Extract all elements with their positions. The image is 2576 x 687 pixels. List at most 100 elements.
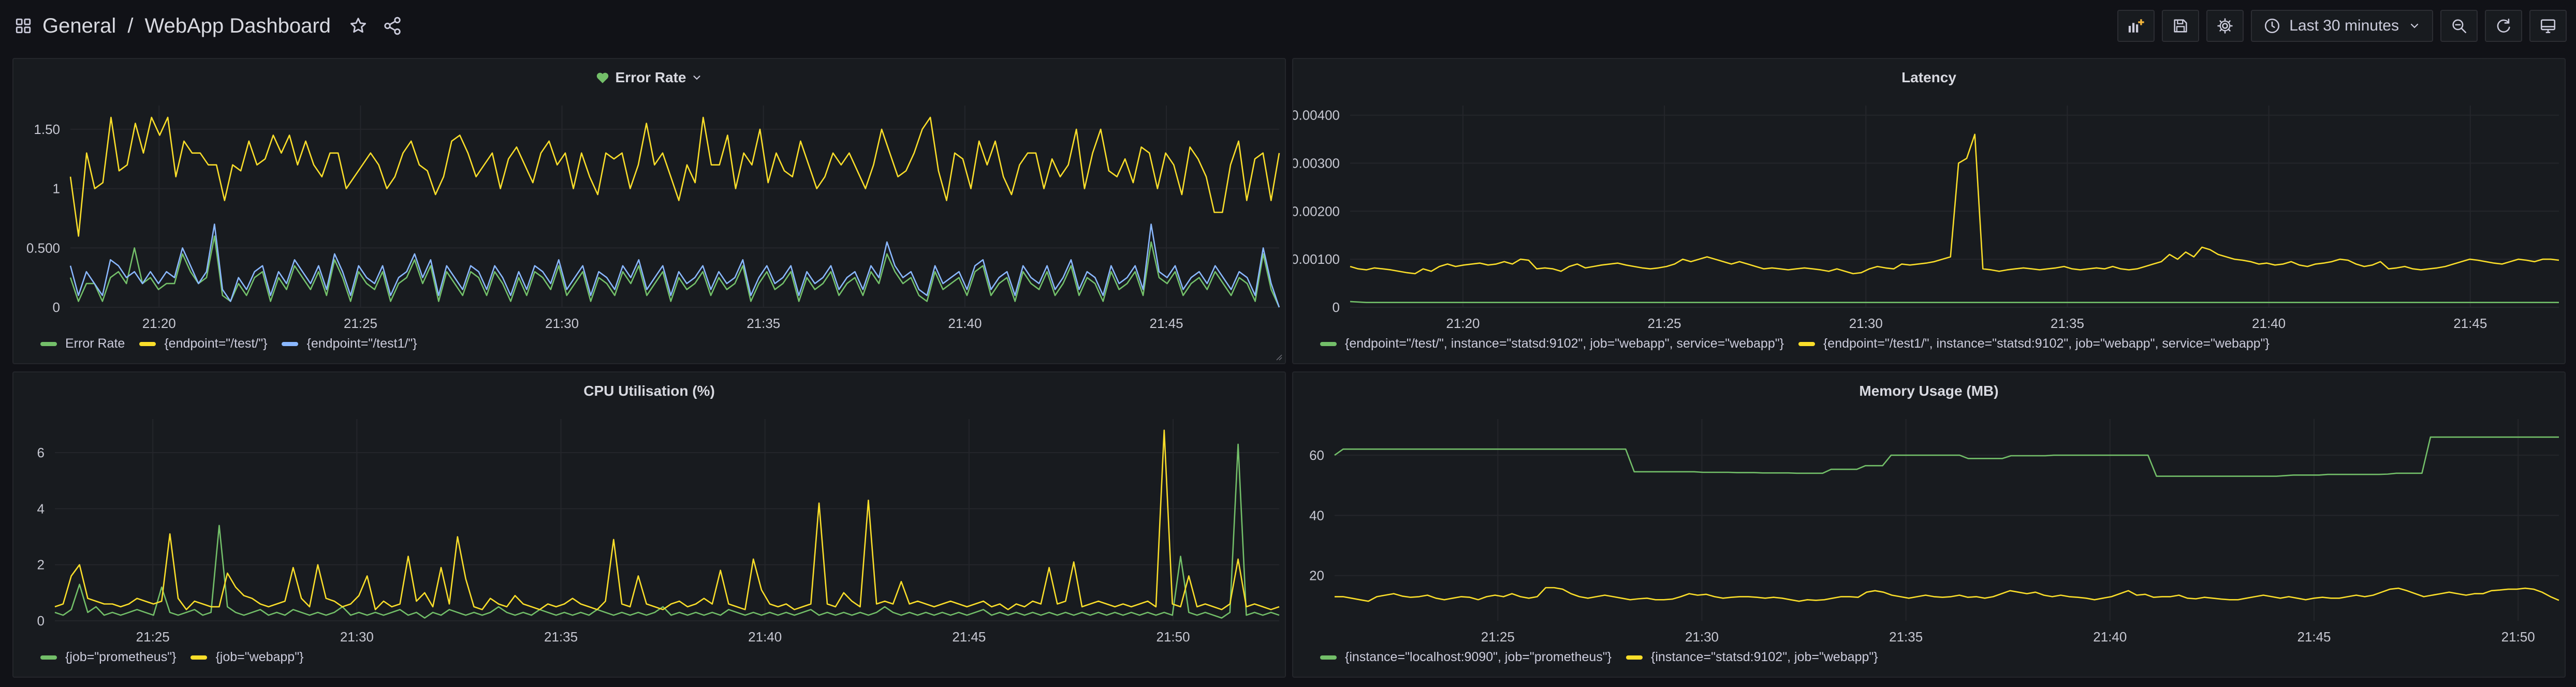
legend-label: {endpoint="/test/"} [164, 336, 268, 351]
series-line[interactable] [1350, 301, 2559, 304]
series-line[interactable] [54, 429, 1280, 610]
breadcrumb-folder[interactable]: General [42, 14, 116, 38]
x-tick-label: 21:35 [1889, 629, 1923, 645]
y-tick-label: 0 [53, 300, 60, 315]
dashboard-settings-button[interactable] [2206, 10, 2244, 42]
latency-chart[interactable]: 21:20 21:25 21:30 21:35 21:40 21:45 0 0.00100 0.… [1293, 59, 2567, 365]
x-tick-label: 21:35 [2051, 316, 2084, 331]
dashboards-grid-icon[interactable] [14, 17, 32, 35]
legend-swatch [139, 341, 156, 346]
x-tick-label: 21:50 [2501, 629, 2535, 645]
legend-item[interactable]: {job="webapp"} [191, 650, 303, 665]
share-icon[interactable] [383, 16, 402, 36]
y-tick-label: 20 [1309, 568, 1324, 584]
x-tick-label: 21:30 [1849, 316, 1883, 331]
legend-item[interactable]: {instance="statsd:9102", job="webapp"} [1626, 650, 1878, 665]
x-tick-label: 21:40 [748, 629, 782, 645]
x-tick-label: 21:25 [1481, 629, 1515, 645]
legend-label: {endpoint="/test1/", instance="statsd:91… [1823, 336, 2270, 351]
legend-label: {job="prometheus"} [65, 650, 177, 664]
legend-swatch [282, 341, 299, 346]
y-tick-label: 4 [37, 501, 45, 516]
error-rate-chart[interactable]: 21:20 21:25 21:30 21:35 21:40 21:45 0 0.500 1 1.5… [13, 59, 1287, 365]
breadcrumb: General / WebApp Dashboard [14, 11, 402, 40]
x-tick-label: 21:20 [142, 316, 176, 331]
cpu-utilisation-chart[interactable]: 21:25 21:30 21:35 21:40 21:45 21:50 0 2 4 6 [13, 372, 1287, 679]
legend-label: {instance="localhost:9090", job="prometh… [1345, 650, 1612, 664]
series-line[interactable] [1334, 436, 2559, 477]
legend: {instance="localhost:9090", job="prometh… [1320, 650, 1893, 665]
legend-swatch [1320, 341, 1337, 346]
legend-item[interactable]: {endpoint="/test1/", instance="statsd:91… [1798, 336, 2270, 351]
memory-usage-chart[interactable]: 21:25 21:30 21:35 21:40 21:45 21:50 20 40 60 [1293, 372, 2567, 679]
legend-item[interactable]: {endpoint="/test/"} [139, 336, 267, 351]
refresh-button[interactable] [2485, 10, 2522, 42]
x-tick-label: 21:45 [1150, 316, 1183, 331]
monitor-icon [2540, 19, 2556, 34]
y-tick-label: 1 [53, 181, 60, 197]
y-tick-label: 1.50 [34, 122, 60, 137]
x-tick-label: 21:30 [1685, 629, 1719, 645]
save-dashboard-button[interactable] [2162, 10, 2200, 42]
memory-usage-panel[interactable]: Memory Usage (MB) 21:25 21:30 21:35 21:40 21… [1292, 371, 2566, 678]
page-title[interactable]: WebApp Dashboard [144, 14, 331, 38]
legend-item[interactable]: {job="prometheus"} [40, 650, 176, 665]
x-tick-label: 21:35 [747, 316, 780, 331]
x-tick-label: 21:30 [340, 629, 374, 645]
legend-item[interactable]: {endpoint="/test1/"} [282, 336, 417, 351]
legend-label: {instance="statsd:9102", job="webapp"} [1651, 650, 1878, 664]
legend-label: {job="webapp"} [215, 650, 304, 664]
tv-mode-button[interactable] [2529, 10, 2567, 42]
series-line[interactable] [1335, 587, 2559, 602]
x-tick-label: 21:40 [2252, 316, 2286, 331]
zoom-out-button[interactable] [2440, 10, 2478, 42]
x-tick-label: 21:45 [2453, 316, 2487, 331]
y-tick-label: 0.00400 [1293, 108, 1340, 123]
legend-item[interactable]: {instance="localhost:9090", job="prometh… [1320, 650, 1612, 665]
legend-swatch [1626, 655, 1643, 660]
legend-item[interactable]: {endpoint="/test/", instance="statsd:910… [1320, 336, 1784, 351]
legend-swatch [191, 655, 208, 660]
legend: {job="prometheus"} {job="webapp"} [40, 650, 318, 665]
error-rate-panel[interactable]: Error Rate 21:20 21:25 21:30 21:35 21:40 21:4… [12, 58, 1286, 364]
y-tick-label: 0 [37, 613, 45, 629]
legend-item[interactable]: Error Rate [40, 336, 125, 351]
latency-panel[interactable]: Latency 21:20 21:25 21:30 21:35 21:40 21:45 0 0… [1292, 58, 2566, 364]
y-tick-label: 0.00200 [1293, 203, 1340, 219]
refresh-icon [2497, 18, 2510, 33]
chevron-down-icon [2410, 23, 2419, 28]
x-tick-label: 21:25 [1648, 316, 1681, 331]
top-navbar: General / WebApp Dashboard Last 30 minut… [0, 0, 2576, 52]
legend-label: {endpoint="/test/", instance="statsd:910… [1345, 336, 1784, 351]
legend: Error Rate {endpoint="/test/"} {endpoint="… [40, 336, 432, 351]
legend-swatch [40, 655, 57, 660]
x-tick-label: 21:25 [136, 629, 170, 645]
star-icon[interactable] [348, 16, 368, 36]
time-picker-button[interactable]: Last 30 minutes [2251, 10, 2433, 42]
series-line[interactable] [69, 235, 1280, 308]
cpu-utilisation-panel[interactable]: CPU Utilisation (%) 21:25 21:30 21:35 21:40… [12, 371, 1286, 678]
x-tick-label: 21:35 [544, 629, 578, 645]
series-line[interactable] [69, 223, 1280, 308]
legend-swatch [40, 341, 57, 346]
y-tick-label: 6 [37, 445, 45, 460]
add-panel-button[interactable] [2117, 10, 2155, 42]
x-tick-label: 21:45 [2297, 629, 2331, 645]
x-tick-label: 21:30 [545, 316, 579, 331]
x-tick-label: 21:50 [1156, 629, 1190, 645]
series-line[interactable] [54, 443, 1280, 619]
zoom-out-icon [2452, 19, 2467, 34]
time-range-label: Last 30 minutes [2289, 17, 2399, 34]
series-line[interactable] [69, 116, 1280, 237]
legend-label: Error Rate [65, 336, 125, 351]
y-tick-label: 40 [1309, 507, 1324, 523]
legend-swatch [1320, 655, 1337, 660]
x-tick-label: 21:25 [344, 316, 377, 331]
resize-handle-icon[interactable] [1275, 353, 1283, 361]
breadcrumb-separator: / [127, 14, 134, 37]
save-icon [2174, 19, 2187, 33]
add-panel-icon [2129, 19, 2144, 33]
y-tick-label: 2 [37, 557, 45, 573]
legend-label: {endpoint="/test1/"} [306, 336, 417, 351]
series-line[interactable] [1350, 133, 2559, 275]
